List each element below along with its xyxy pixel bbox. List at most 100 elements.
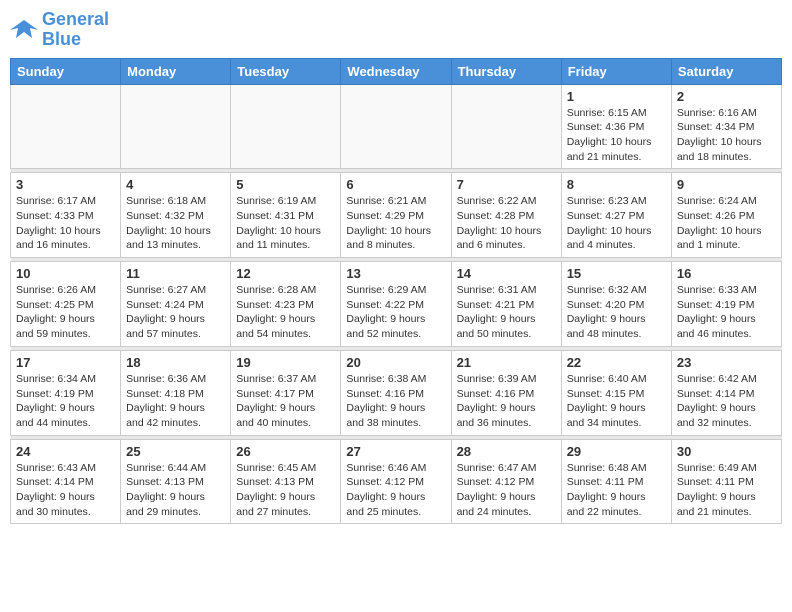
- logo-general: General: [42, 9, 109, 29]
- calendar-cell: 17 Sunrise: 6:34 AM Sunset: 4:19 PM Dayli…: [11, 350, 121, 435]
- day-number: 9: [677, 177, 776, 192]
- calendar-cell: [121, 84, 231, 169]
- weekday-header-sunday: Sunday: [11, 58, 121, 84]
- day-number: 21: [457, 355, 556, 370]
- calendar-cell: 1 Sunrise: 6:15 AM Sunset: 4:36 PM Daylig…: [561, 84, 671, 169]
- calendar-week-3: 10 Sunrise: 6:26 AM Sunset: 4:25 PM Dayli…: [11, 262, 782, 347]
- calendar-cell: 26 Sunrise: 6:45 AM Sunset: 4:13 PM Dayli…: [231, 439, 341, 524]
- logo-text: General Blue: [42, 10, 109, 50]
- logo-blue: Blue: [42, 29, 81, 49]
- calendar-cell: 5 Sunrise: 6:19 AM Sunset: 4:31 PM Daylig…: [231, 173, 341, 258]
- page-header: General Blue: [10, 10, 782, 50]
- calendar-cell: 23 Sunrise: 6:42 AM Sunset: 4:14 PM Dayli…: [671, 350, 781, 435]
- day-info: Sunrise: 6:33 AM Sunset: 4:19 PM Dayligh…: [677, 283, 776, 342]
- day-number: 8: [567, 177, 666, 192]
- weekday-header-friday: Friday: [561, 58, 671, 84]
- day-number: 26: [236, 444, 335, 459]
- day-info: Sunrise: 6:36 AM Sunset: 4:18 PM Dayligh…: [126, 372, 225, 431]
- calendar-cell: 24 Sunrise: 6:43 AM Sunset: 4:14 PM Dayli…: [11, 439, 121, 524]
- calendar-cell: 16 Sunrise: 6:33 AM Sunset: 4:19 PM Dayli…: [671, 262, 781, 347]
- day-info: Sunrise: 6:21 AM Sunset: 4:29 PM Dayligh…: [346, 194, 445, 253]
- day-info: Sunrise: 6:22 AM Sunset: 4:28 PM Dayligh…: [457, 194, 556, 253]
- calendar-cell: 15 Sunrise: 6:32 AM Sunset: 4:20 PM Dayli…: [561, 262, 671, 347]
- day-info: Sunrise: 6:15 AM Sunset: 4:36 PM Dayligh…: [567, 106, 666, 165]
- calendar-cell: 21Sunrise: 6:39 AM Sunset: 4:16 PM Dayli…: [451, 350, 561, 435]
- day-info: Sunrise: 6:26 AM Sunset: 4:25 PM Dayligh…: [16, 283, 115, 342]
- day-info: Sunrise: 6:48 AM Sunset: 4:11 PM Dayligh…: [567, 461, 666, 520]
- day-number: 27: [346, 444, 445, 459]
- calendar-cell: 12 Sunrise: 6:28 AM Sunset: 4:23 PM Dayli…: [231, 262, 341, 347]
- day-number: 16: [677, 266, 776, 281]
- weekday-header-monday: Monday: [121, 58, 231, 84]
- calendar-cell: 29Sunrise: 6:48 AM Sunset: 4:11 PM Dayli…: [561, 439, 671, 524]
- calendar-cell: 18 Sunrise: 6:36 AM Sunset: 4:18 PM Dayli…: [121, 350, 231, 435]
- day-number: 22: [567, 355, 666, 370]
- calendar-header-row: SundayMondayTuesdayWednesdayThursdayFrid…: [11, 58, 782, 84]
- calendar-cell: 11 Sunrise: 6:27 AM Sunset: 4:24 PM Dayli…: [121, 262, 231, 347]
- day-info: Sunrise: 6:16 AM Sunset: 4:34 PM Dayligh…: [677, 106, 776, 165]
- day-info: Sunrise: 6:42 AM Sunset: 4:14 PM Dayligh…: [677, 372, 776, 431]
- day-number: 30: [677, 444, 776, 459]
- day-number: 25: [126, 444, 225, 459]
- day-info: Sunrise: 6:18 AM Sunset: 4:32 PM Dayligh…: [126, 194, 225, 253]
- calendar-cell: 10 Sunrise: 6:26 AM Sunset: 4:25 PM Dayli…: [11, 262, 121, 347]
- day-number: 18: [126, 355, 225, 370]
- day-number: 15: [567, 266, 666, 281]
- day-info: Sunrise: 6:32 AM Sunset: 4:20 PM Dayligh…: [567, 283, 666, 342]
- day-number: 23: [677, 355, 776, 370]
- day-number: 11: [126, 266, 225, 281]
- day-info: Sunrise: 6:31 AM Sunset: 4:21 PM Dayligh…: [457, 283, 556, 342]
- weekday-header-thursday: Thursday: [451, 58, 561, 84]
- day-number: 10: [16, 266, 115, 281]
- day-number: 3: [16, 177, 115, 192]
- calendar-cell: [451, 84, 561, 169]
- calendar-cell: 7 Sunrise: 6:22 AM Sunset: 4:28 PM Daylig…: [451, 173, 561, 258]
- day-info: Sunrise: 6:34 AM Sunset: 4:19 PM Dayligh…: [16, 372, 115, 431]
- day-info: Sunrise: 6:43 AM Sunset: 4:14 PM Dayligh…: [16, 461, 115, 520]
- day-number: 6: [346, 177, 445, 192]
- day-info: Sunrise: 6:19 AM Sunset: 4:31 PM Dayligh…: [236, 194, 335, 253]
- calendar-cell: 19Sunrise: 6:37 AM Sunset: 4:17 PM Dayli…: [231, 350, 341, 435]
- logo-bird-icon: [10, 16, 38, 44]
- day-info: Sunrise: 6:47 AM Sunset: 4:12 PM Dayligh…: [457, 461, 556, 520]
- day-info: Sunrise: 6:28 AM Sunset: 4:23 PM Dayligh…: [236, 283, 335, 342]
- day-info: Sunrise: 6:49 AM Sunset: 4:11 PM Dayligh…: [677, 461, 776, 520]
- calendar-cell: 4Sunrise: 6:18 AM Sunset: 4:32 PM Daylig…: [121, 173, 231, 258]
- day-info: Sunrise: 6:17 AM Sunset: 4:33 PM Dayligh…: [16, 194, 115, 253]
- day-number: 7: [457, 177, 556, 192]
- day-info: Sunrise: 6:44 AM Sunset: 4:13 PM Dayligh…: [126, 461, 225, 520]
- logo: General Blue: [10, 10, 109, 50]
- day-info: Sunrise: 6:37 AM Sunset: 4:17 PM Dayligh…: [236, 372, 335, 431]
- calendar-cell: 30 Sunrise: 6:49 AM Sunset: 4:11 PM Dayli…: [671, 439, 781, 524]
- day-info: Sunrise: 6:38 AM Sunset: 4:16 PM Dayligh…: [346, 372, 445, 431]
- day-number: 1: [567, 89, 666, 104]
- day-number: 12: [236, 266, 335, 281]
- calendar-cell: [231, 84, 341, 169]
- calendar-cell: 14 Sunrise: 6:31 AM Sunset: 4:21 PM Dayli…: [451, 262, 561, 347]
- calendar-week-1: 1 Sunrise: 6:15 AM Sunset: 4:36 PM Daylig…: [11, 84, 782, 169]
- day-number: 28: [457, 444, 556, 459]
- calendar-cell: 20Sunrise: 6:38 AM Sunset: 4:16 PM Dayli…: [341, 350, 451, 435]
- day-info: Sunrise: 6:24 AM Sunset: 4:26 PM Dayligh…: [677, 194, 776, 253]
- day-number: 5: [236, 177, 335, 192]
- day-info: Sunrise: 6:29 AM Sunset: 4:22 PM Dayligh…: [346, 283, 445, 342]
- calendar-cell: 22 Sunrise: 6:40 AM Sunset: 4:15 PM Dayli…: [561, 350, 671, 435]
- calendar-cell: 13 Sunrise: 6:29 AM Sunset: 4:22 PM Dayli…: [341, 262, 451, 347]
- calendar-cell: 25 Sunrise: 6:44 AM Sunset: 4:13 PM Dayli…: [121, 439, 231, 524]
- weekday-header-saturday: Saturday: [671, 58, 781, 84]
- day-number: 14: [457, 266, 556, 281]
- calendar-table: SundayMondayTuesdayWednesdayThursdayFrid…: [10, 58, 782, 525]
- weekday-header-wednesday: Wednesday: [341, 58, 451, 84]
- calendar-week-5: 24 Sunrise: 6:43 AM Sunset: 4:14 PM Dayli…: [11, 439, 782, 524]
- day-info: Sunrise: 6:40 AM Sunset: 4:15 PM Dayligh…: [567, 372, 666, 431]
- calendar-cell: 28 Sunrise: 6:47 AM Sunset: 4:12 PM Dayli…: [451, 439, 561, 524]
- day-number: 17: [16, 355, 115, 370]
- day-number: 13: [346, 266, 445, 281]
- calendar-cell: [341, 84, 451, 169]
- weekday-header-tuesday: Tuesday: [231, 58, 341, 84]
- calendar-cell: 2Sunrise: 6:16 AM Sunset: 4:34 PM Daylig…: [671, 84, 781, 169]
- day-info: Sunrise: 6:45 AM Sunset: 4:13 PM Dayligh…: [236, 461, 335, 520]
- calendar-cell: 3 Sunrise: 6:17 AM Sunset: 4:33 PM Daylig…: [11, 173, 121, 258]
- day-info: Sunrise: 6:27 AM Sunset: 4:24 PM Dayligh…: [126, 283, 225, 342]
- day-number: 24: [16, 444, 115, 459]
